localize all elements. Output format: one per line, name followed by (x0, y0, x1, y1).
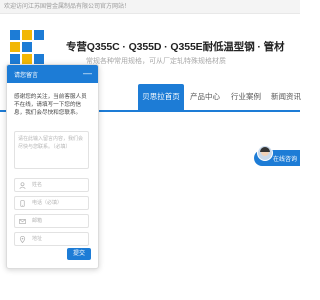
name-field[interactable]: 姓名 (14, 178, 89, 192)
online-consult-label[interactable]: 在线咨询 (273, 154, 297, 163)
company-logo[interactable] (10, 30, 56, 68)
page-title: 专营Q355C · Q355D · Q355E耐低温型钢 · 管材 (66, 41, 285, 53)
location-icon (19, 236, 26, 243)
offline-message: 感谢您的关注，当前客服人员不在线，请填写一下您的信息，我们会尽快和您联系。 (14, 94, 87, 116)
phone-placeholder: 电话（必填） (32, 200, 63, 206)
address-placeholder: 地址 (32, 236, 43, 242)
email-field[interactable]: 邮箱 (14, 214, 89, 228)
email-placeholder: 邮箱 (32, 218, 43, 224)
address-field[interactable]: 地址 (14, 232, 89, 246)
message-textarea[interactable]: 请在此输入留言内容，我们会尽快与您联系。（必填） (14, 131, 89, 169)
welcome-text: 欢迎访问江苏国营金属制品有限公司官方网站！ (4, 4, 131, 10)
nav-item-home[interactable]: 贝思拉首页 (138, 84, 184, 112)
nav-item-cases[interactable]: 行业案例 (226, 84, 266, 112)
phone-field[interactable]: 电话（必填） (14, 196, 89, 210)
minimize-icon[interactable]: — (83, 68, 92, 78)
chat-title: 请您留言 (14, 73, 39, 79)
page-subtitle: 常规各种常用规格，可从厂定轧特殊规格材质 (86, 58, 226, 65)
nav-item-news[interactable]: 新闻资讯 (266, 84, 306, 112)
nav-item-products[interactable]: 产品中心 (184, 84, 226, 112)
submit-button[interactable]: 提交 (67, 248, 91, 260)
phone-icon (20, 200, 25, 207)
name-placeholder: 姓名 (32, 182, 43, 188)
user-icon (19, 182, 26, 189)
agent-avatar[interactable] (257, 145, 273, 161)
chat-header[interactable]: 请您留言 — (7, 65, 98, 83)
main-nav: 贝思拉首页 产品中心 行业案例 新闻资讯 (138, 84, 301, 112)
mail-icon (19, 219, 26, 224)
top-bar: 欢迎访问江苏国营金属制品有限公司官方网站！ (0, 0, 300, 14)
leave-message-panel: 请您留言 — 感谢您的关注，当前客服人员不在线，请填写一下您的信息，我们会尽快和… (6, 64, 99, 269)
